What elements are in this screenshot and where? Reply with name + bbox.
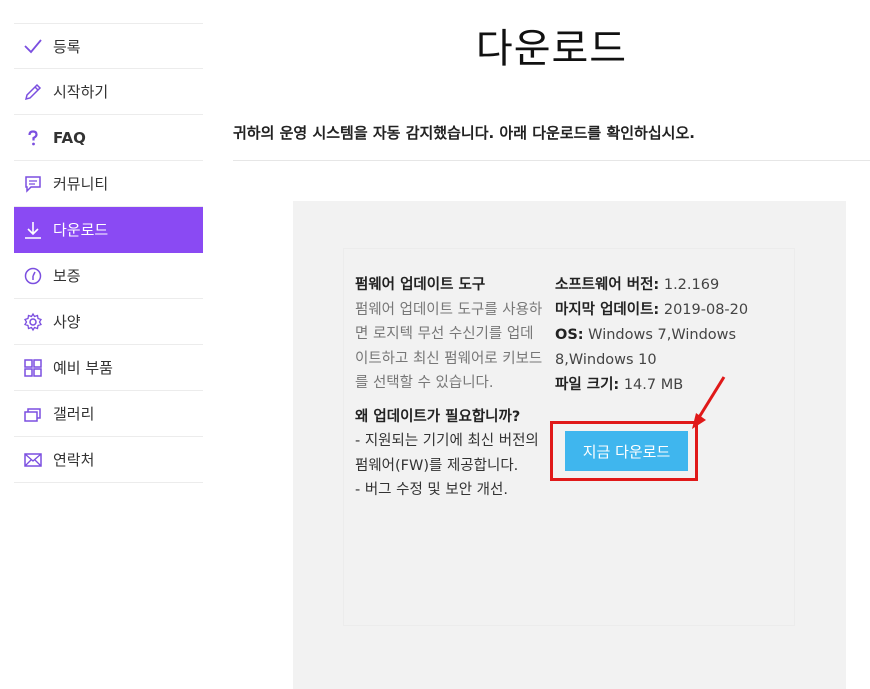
divider (233, 160, 870, 161)
annotation-arrow-icon (692, 376, 726, 429)
sidebar-item-contact[interactable]: 연락처 (14, 437, 203, 483)
sidebar-item-spare-parts[interactable]: 예비 부품 (14, 345, 203, 391)
sidebar-item-label: FAQ (53, 128, 86, 147)
sidebar-item-register[interactable]: 등록 (14, 23, 203, 69)
gear-icon (23, 312, 43, 332)
sidebar-item-label: 시작하기 (53, 83, 109, 101)
product-description: 펌웨어 업데이트 도구 펌웨어 업데이트 도구를 사용하면 로지텍 무선 수신기… (355, 273, 543, 503)
why-update-item: - 지원되는 기기에 최신 버전의 펌웨어(FW)를 제공합니다. (355, 433, 539, 474)
supported-os: OS: Windows 7,Windows 8,Windows 10 (555, 327, 737, 368)
sidebar-item-download[interactable]: 다운로드 (14, 207, 203, 253)
clock-icon (23, 266, 43, 286)
page: 등록 시작하기 FAQ 커뮤니티 다운로드 보증 사양 예비 부품 갤러리 연락… (0, 0, 870, 689)
check-icon (23, 36, 43, 56)
pencil-icon (23, 82, 43, 102)
product-details: 소프트웨어 버전: 1.2.169 마지막 업데이트: 2019-08-20 O… (555, 273, 770, 398)
sidebar-item-getting-started[interactable]: 시작하기 (14, 69, 203, 115)
sidebar-item-label: 사양 (53, 313, 81, 331)
sidebar-item-label: 커뮤니티 (53, 175, 109, 193)
why-update-item: - 버그 수정 및 보안 개선. (355, 482, 508, 498)
software-version: 소프트웨어 버전: 1.2.169 (555, 277, 720, 293)
chat-icon (23, 174, 43, 194)
why-update-heading: 왜 업데이트가 필요합니까? (355, 408, 521, 425)
sidebar-item-label: 예비 부품 (53, 359, 113, 377)
sidebar: 등록 시작하기 FAQ 커뮤니티 다운로드 보증 사양 예비 부품 갤러리 연락… (14, 23, 203, 483)
product-summary: 펌웨어 업데이트 도구를 사용하면 로지텍 무선 수신기를 업데이트하고 최신 … (355, 301, 543, 392)
sidebar-item-warranty[interactable]: 보증 (14, 253, 203, 299)
gallery-icon (23, 404, 43, 424)
os-detected-message: 귀하의 운영 시스템을 자동 감지했습니다. 아래 다운로드를 확인하십시오. (233, 124, 695, 142)
file-size: 파일 크기: 14.7 MB (555, 377, 684, 393)
grid-icon (23, 358, 43, 378)
sidebar-item-specs[interactable]: 사양 (14, 299, 203, 345)
product-name: 펌웨어 업데이트 도구 (355, 277, 486, 293)
last-updated: 마지막 업데이트: 2019-08-20 (555, 302, 749, 318)
page-title: 다운로드 (475, 26, 628, 72)
sidebar-item-label: 갤러리 (53, 405, 95, 423)
sidebar-item-label: 연락처 (53, 451, 95, 469)
sidebar-item-label: 등록 (53, 37, 81, 56)
sidebar-item-gallery[interactable]: 갤러리 (14, 391, 203, 437)
sidebar-item-label: 다운로드 (53, 221, 109, 239)
download-icon (23, 220, 43, 240)
question-icon (23, 128, 43, 148)
mail-icon (23, 450, 43, 470)
sidebar-item-faq[interactable]: FAQ (14, 115, 203, 161)
download-now-button[interactable]: 지금 다운로드 (565, 431, 688, 471)
sidebar-item-label: 보증 (53, 267, 81, 285)
sidebar-item-community[interactable]: 커뮤니티 (14, 161, 203, 207)
